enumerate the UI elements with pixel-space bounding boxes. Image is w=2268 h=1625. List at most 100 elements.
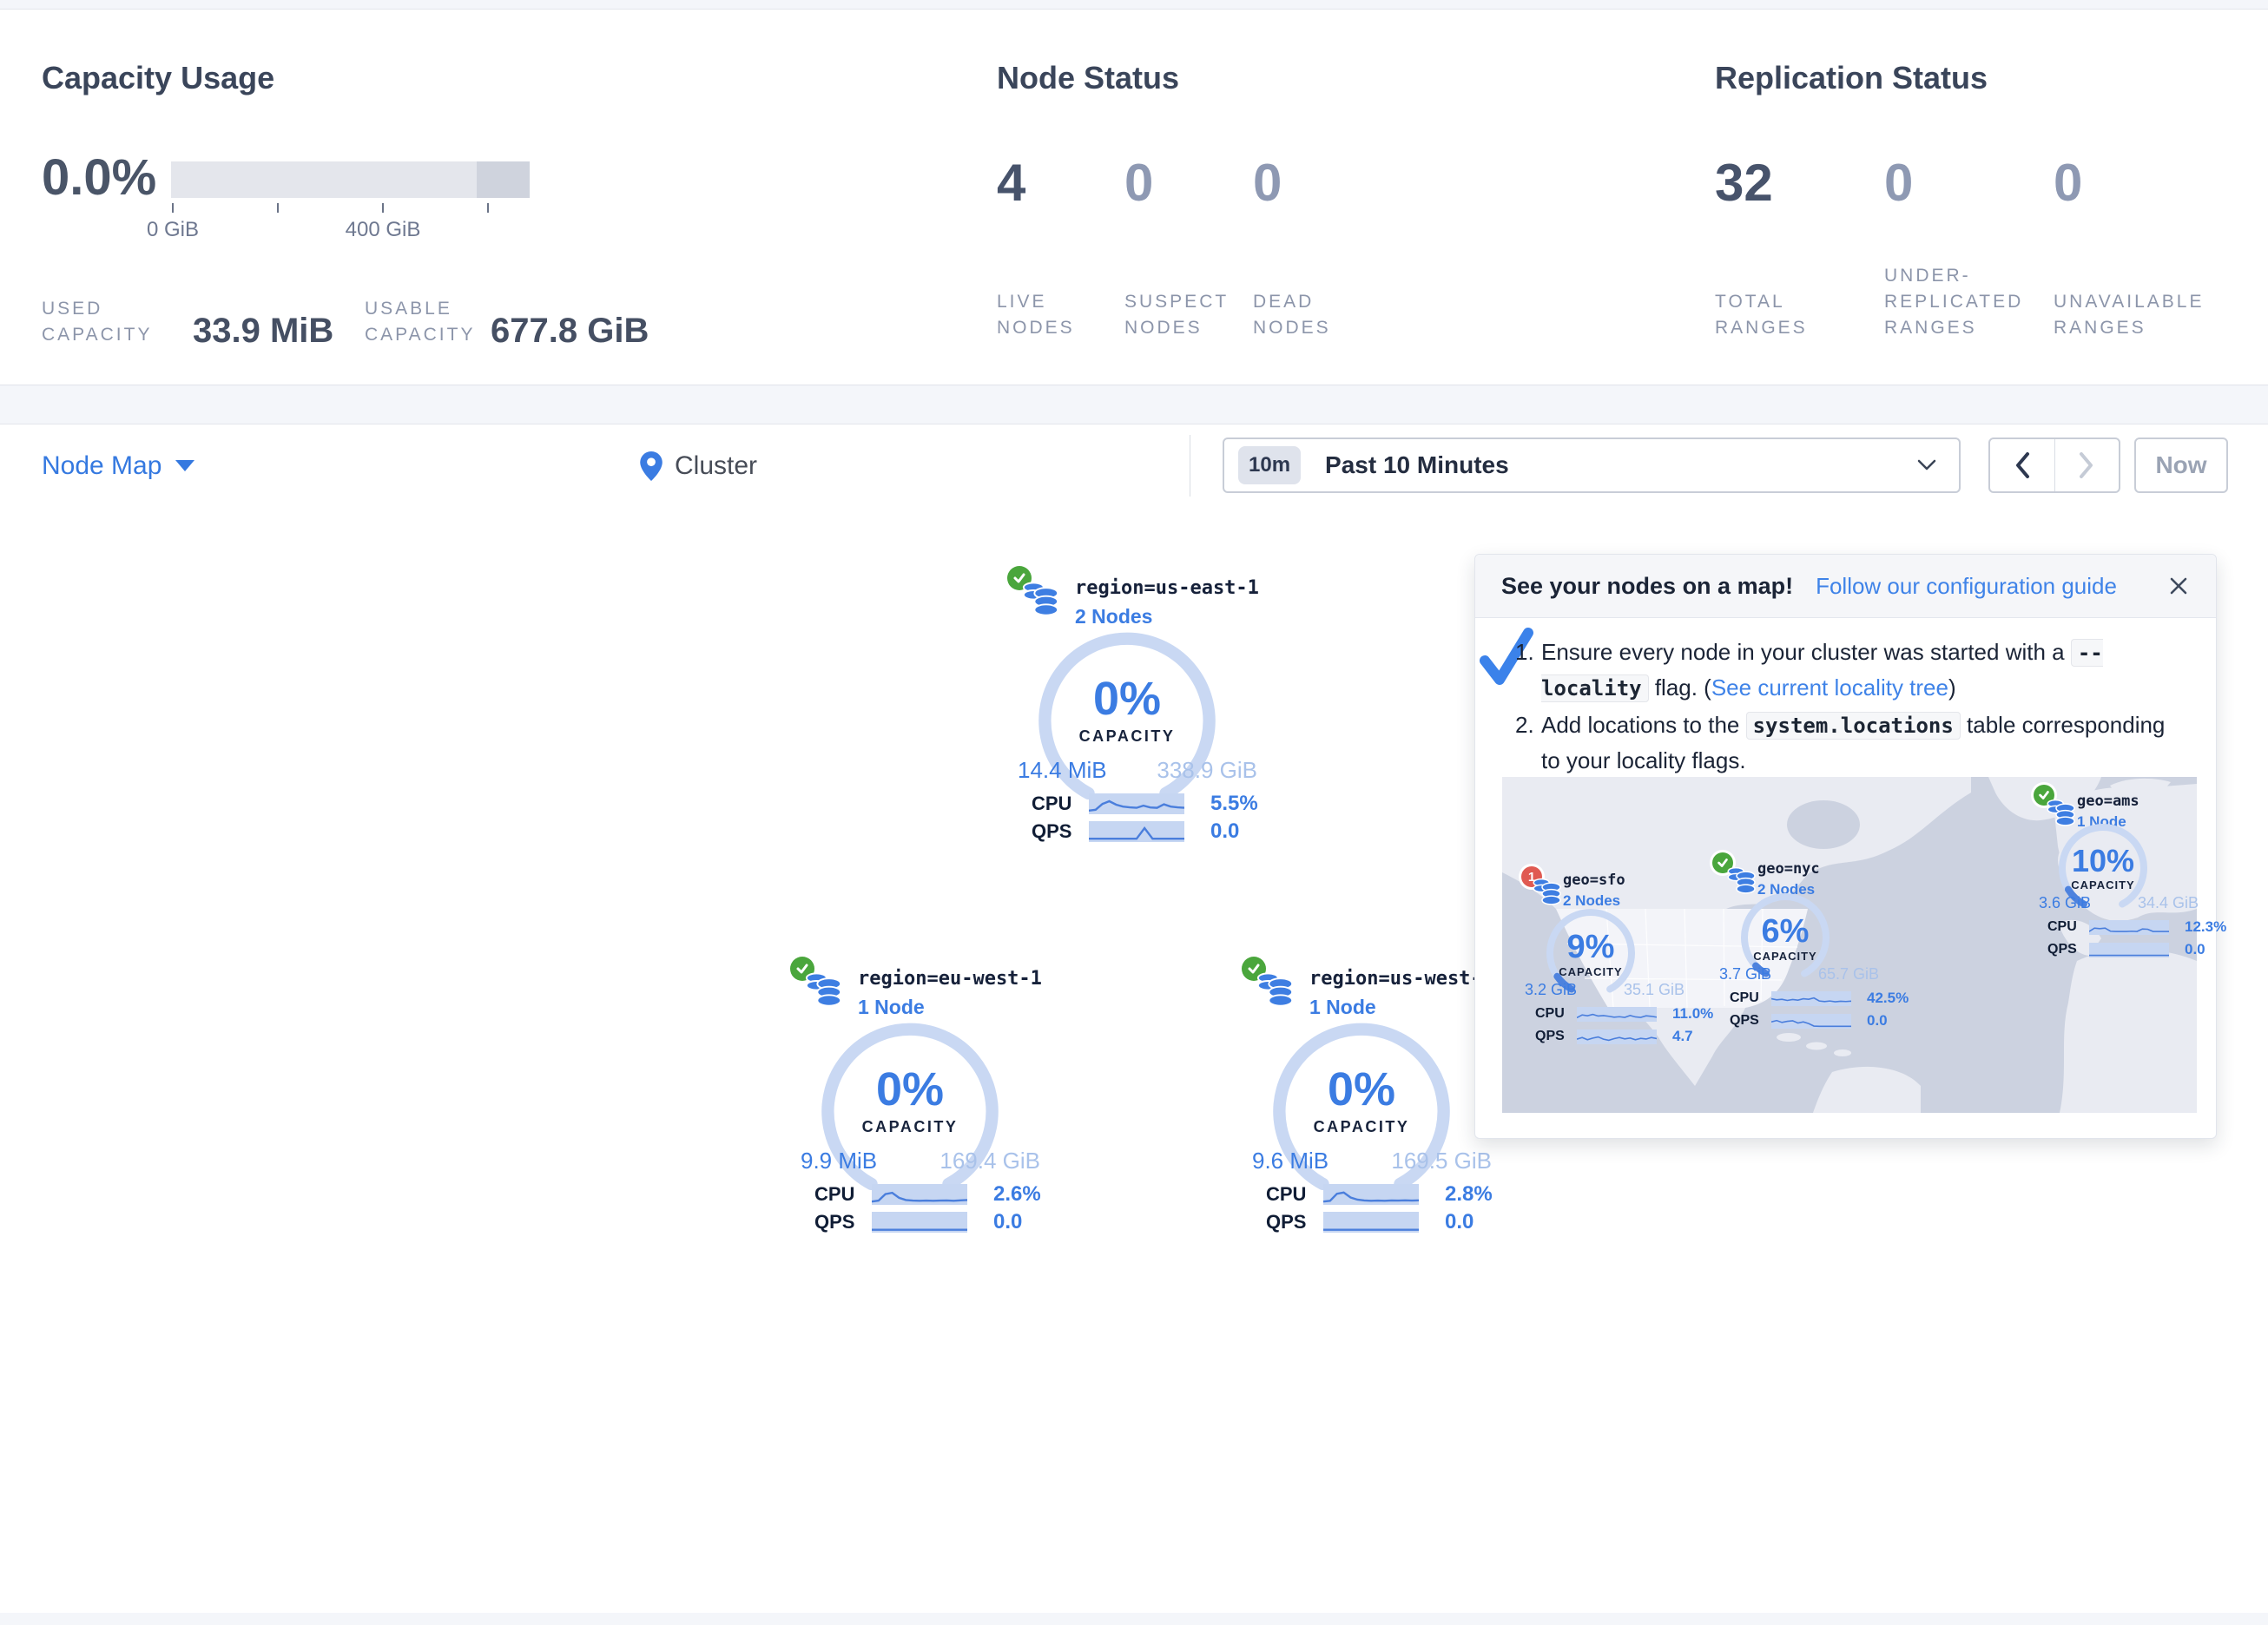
step-text-segment: Add locations to the xyxy=(1541,712,1746,738)
usable-value: 169.4 GiB xyxy=(940,1148,1040,1174)
chevron-right-icon xyxy=(2079,452,2094,478)
cpu-value: 12.3% xyxy=(2185,918,2226,936)
axis-tick-label: 0 GiB xyxy=(147,218,199,242)
close-icon xyxy=(2167,575,2190,597)
qps-value: 0.0 xyxy=(2185,941,2205,958)
axis-tick xyxy=(277,203,279,213)
qps-sparkline xyxy=(2089,943,2169,957)
capacity-percent: 9% xyxy=(1539,931,1643,964)
suspect-nodes-stat: 0 SUSPECT NODES xyxy=(1124,157,1246,341)
popup-title: See your nodes on a map! xyxy=(1501,573,1793,600)
locality-tree-link[interactable]: See current locality tree xyxy=(1711,674,1948,701)
qps-label: QPS xyxy=(1535,1029,1568,1044)
database-icon xyxy=(1256,970,1296,1010)
cpu-sparkline xyxy=(1323,1184,1419,1205)
qps-sparkline xyxy=(1577,1030,1657,1044)
close-button[interactable] xyxy=(2167,575,2190,597)
qps-value: 4.7 xyxy=(1672,1028,1693,1045)
cpu-label: CPU xyxy=(814,1183,856,1206)
capacity-usage-title: Capacity Usage xyxy=(42,60,274,96)
qps-label: QPS xyxy=(2047,942,2080,957)
used-capacity-label: USED CAPACITY xyxy=(42,296,152,348)
dead-nodes-label: DEAD NODES xyxy=(1253,289,1331,341)
breadcrumb[interactable]: Cluster xyxy=(640,424,757,507)
locality-name: geo=ams xyxy=(2077,793,2139,810)
qps-label: QPS xyxy=(1032,820,1073,843)
dead-nodes-stat: 0 DEAD NODES xyxy=(1253,157,1375,341)
database-icon xyxy=(804,970,844,1010)
usable-value: 169.5 GiB xyxy=(1391,1148,1492,1174)
used-value: 9.9 MiB xyxy=(801,1148,877,1174)
unavailable-ranges-stat: 0 UNAVAILABLE RANGES xyxy=(2054,157,2227,341)
cpu-value: 2.6% xyxy=(993,1182,1041,1207)
cpu-sparkline xyxy=(872,1184,967,1205)
cpu-label: CPU xyxy=(1730,990,1763,1006)
cpu-sparkline xyxy=(1771,991,1851,1006)
view-toolbar: Node Map Cluster 10m Past 10 Minutes xyxy=(0,424,2268,508)
qps-label: QPS xyxy=(1730,1013,1763,1029)
capacity-percent: 10% xyxy=(2051,845,2155,877)
node-map-page: Capacity Usage 0.0% 0 GiB 400 GiB USED C… xyxy=(0,0,2268,1625)
time-range-badge: 10m xyxy=(1238,446,1301,484)
step-number: 1. xyxy=(1515,635,1541,706)
step-text-segment: Ensure every node in your cluster was st… xyxy=(1541,639,2071,665)
chevron-down-icon xyxy=(1917,459,1936,471)
step-number: 2. xyxy=(1515,707,1541,778)
axis-tick xyxy=(487,203,489,213)
live-nodes-label: LIVE NODES xyxy=(997,289,1075,341)
view-mode-label: Node Map xyxy=(42,451,162,481)
step-text-segment: flag. ( xyxy=(1649,674,1711,701)
axis-tick-label: 400 GiB xyxy=(346,218,421,242)
qps-sparkline xyxy=(1089,821,1184,842)
under-replicated-value: 0 xyxy=(1884,157,1913,209)
suspect-nodes-label: SUSPECT NODES xyxy=(1124,289,1229,341)
step-text-segment: ) xyxy=(1948,674,1956,701)
now-button[interactable]: Now xyxy=(2134,438,2228,493)
unavailable-ranges-label: UNAVAILABLE RANGES xyxy=(2054,289,2204,341)
time-step-buttons xyxy=(1988,438,2120,493)
locality-name: geo=sfo xyxy=(1563,872,1625,889)
cpu-value: 42.5% xyxy=(1867,990,1909,1007)
capacity-label: CAPACITY xyxy=(1539,965,1643,978)
locality-name: geo=nyc xyxy=(1757,860,1820,878)
qps-label: QPS xyxy=(1266,1211,1308,1234)
chevron-left-icon xyxy=(2014,452,2030,478)
database-icon xyxy=(1021,580,1061,620)
region-name: region=us-west-1 xyxy=(1309,968,1493,990)
cpu-sparkline xyxy=(2089,920,2169,935)
capacity-label: CAPACITY xyxy=(2051,878,2155,891)
cpu-label: CPU xyxy=(1535,1006,1568,1022)
view-mode-dropdown[interactable]: Node Map xyxy=(42,424,194,507)
capacity-label: CAPACITY xyxy=(1733,950,1837,963)
time-range-dropdown[interactable]: 10m Past 10 Minutes xyxy=(1223,438,1961,493)
breadcrumb-label: Cluster xyxy=(675,451,757,481)
configuration-guide-link[interactable]: Follow our configuration guide xyxy=(1816,573,2117,600)
cpu-sparkline xyxy=(1577,1007,1657,1022)
time-range-label: Past 10 Minutes xyxy=(1325,451,1917,479)
qps-value: 0.0 xyxy=(1867,1012,1888,1030)
cpu-label: CPU xyxy=(2047,919,2080,935)
suspect-nodes-value: 0 xyxy=(1124,157,1153,209)
time-step-back-button[interactable] xyxy=(1990,439,2054,491)
used-value: 3.7 GiB xyxy=(1719,965,1771,984)
step-text: Ensure every node in your cluster was st… xyxy=(1541,635,2184,706)
under-replicated-label: UNDER- REPLICATED RANGES xyxy=(1884,263,2023,341)
setup-step-2: 2. Add locations to the system.locations… xyxy=(1515,707,2184,778)
qps-label: QPS xyxy=(814,1211,856,1234)
step-text: Add locations to the system.locations ta… xyxy=(1541,707,2184,778)
code-snippet: system.locations xyxy=(1746,712,1961,740)
cpu-value: 2.8% xyxy=(1445,1182,1493,1207)
live-nodes-stat: 4 LIVE NODES xyxy=(997,157,1118,341)
total-ranges-stat: 32 TOTAL RANGES xyxy=(1715,157,1871,341)
under-replicated-stat: 0 UNDER- REPLICATED RANGES xyxy=(1884,157,2045,341)
cpu-value: 11.0% xyxy=(1672,1005,1713,1023)
capacity-percent: 6% xyxy=(1733,915,1837,948)
node-status-title: Node Status xyxy=(997,60,1179,96)
dead-nodes-value: 0 xyxy=(1253,157,1282,209)
capacity-label: CAPACITY xyxy=(1266,1118,1457,1136)
used-capacity-value: 33.9 MiB xyxy=(193,312,333,351)
time-step-forward-button[interactable] xyxy=(2054,439,2120,491)
capacity-bar xyxy=(171,161,530,198)
usable-value: 338.9 GiB xyxy=(1157,757,1257,784)
cpu-label: CPU xyxy=(1266,1183,1308,1206)
